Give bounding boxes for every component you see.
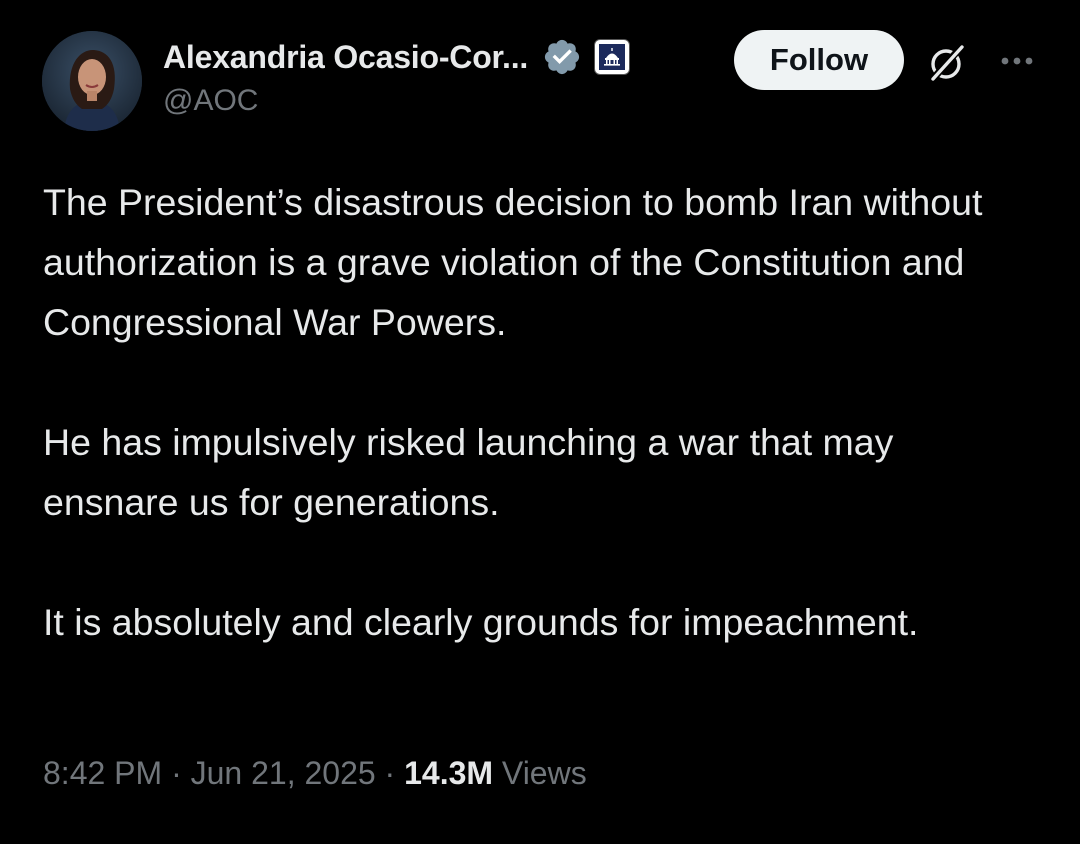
meta-separator: · <box>384 755 396 791</box>
views-count[interactable]: 14.3M <box>404 755 493 791</box>
avatar-image <box>42 31 142 131</box>
tweet-meta: 8:42 PM · Jun 21, 2025 · 14.3M Views <box>43 755 587 792</box>
author-name-row: Alexandria Ocasio-Cor... <box>163 34 631 80</box>
views-label: Views <box>501 755 587 791</box>
tweet: Alexandria Ocasio-Cor... @AOC Follow The… <box>0 0 1080 844</box>
display-name[interactable]: Alexandria Ocasio-Cor... <box>163 39 528 76</box>
tweet-paragraph: It is absolutely and clearly grounds for… <box>43 601 919 643</box>
verified-badge-icon[interactable] <box>542 37 582 77</box>
capitol-dome-icon <box>599 44 626 70</box>
author-handle[interactable]: @AOC <box>163 84 258 118</box>
capitol-affiliate-icon[interactable] <box>594 39 631 75</box>
tweet-time[interactable]: 8:42 PM <box>43 755 162 791</box>
tweet-paragraph: The President’s disastrous decision to b… <box>43 181 983 343</box>
tweet-date[interactable]: Jun 21, 2025 <box>191 755 376 791</box>
avatar[interactable] <box>42 31 142 131</box>
follow-button[interactable]: Follow <box>734 30 904 90</box>
meta-separator: · <box>171 755 182 791</box>
tweet-paragraph: He has impulsively risked launching a wa… <box>43 421 894 523</box>
grok-icon[interactable] <box>926 42 968 84</box>
more-options-icon[interactable] <box>997 48 1037 74</box>
tweet-text: The President’s disastrous decision to b… <box>43 172 1033 652</box>
